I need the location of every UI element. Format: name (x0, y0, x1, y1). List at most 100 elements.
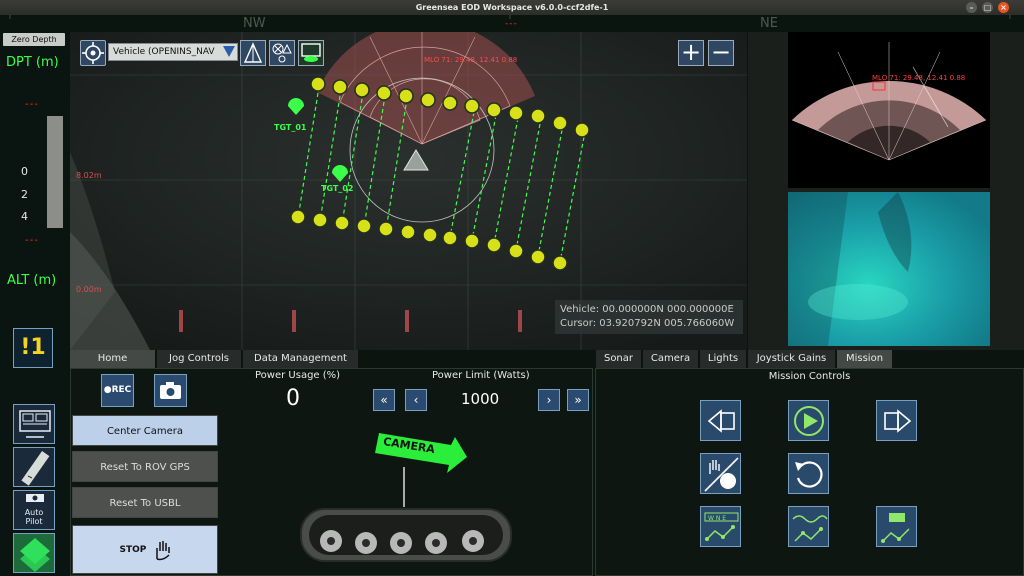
center-map-button[interactable] (80, 40, 106, 66)
camera-view[interactable] (788, 192, 990, 346)
target-label[interactable]: TGT_02 (321, 184, 353, 193)
maximize-button[interactable]: □ (982, 2, 993, 13)
autopilot-icon (26, 494, 44, 502)
control-tabs: Home Jog Controls Data Management (70, 350, 370, 368)
altitude-label: ALT (m) (7, 273, 57, 288)
window-layout-icon (19, 410, 51, 438)
power-usage-label: Power Usage (%) (255, 370, 341, 381)
stop-button[interactable]: STOP (72, 525, 218, 574)
tab-data-management[interactable]: Data Management (243, 350, 359, 368)
mission-waterline-nav-button[interactable] (788, 506, 829, 547)
autopilot-button[interactable]: Auto Pilot (13, 490, 55, 530)
altitude-value: --- (25, 235, 39, 246)
minimize-button[interactable]: – (966, 2, 977, 13)
tab-home[interactable]: Home (70, 350, 156, 368)
compass-path-icon: W N E (704, 512, 739, 541)
depth-tick: 4 (21, 210, 28, 223)
power-limit-value: 1000 (461, 390, 500, 408)
mlo-label: MLO 71: 29.48, 12.41 0.88 (424, 56, 518, 64)
rewind-icon (707, 409, 735, 433)
zero-depth-button[interactable]: Zero Depth (3, 33, 65, 46)
warning-count: 1 (30, 335, 46, 360)
tab-mission[interactable]: Mission (837, 350, 893, 368)
power-usage-value: 0 (286, 386, 300, 411)
vehicle-coords: Vehicle: 00.000000N 000.000000E (560, 304, 734, 315)
waterline-path-icon (792, 515, 828, 542)
fast-forward-icon (884, 409, 912, 433)
zoom-out-button[interactable]: − (708, 40, 734, 66)
depth-altitude-panel: Zero Depth DPT (m) --- 0 2 4 --- ALT (m)… (0, 32, 70, 576)
ruler-tool-button[interactable] (13, 447, 55, 487)
mission-restart-button[interactable] (788, 453, 829, 494)
compass-ticks (9, 15, 1011, 19)
autopilot-label-2: Pilot (25, 517, 43, 526)
sonar-mlo-label: MLO 71: 29.48, 12.41 0.88 (872, 74, 966, 82)
layers-button[interactable] (13, 533, 55, 573)
power-fast-decrease-button[interactable]: « (373, 389, 395, 411)
hold-hand-icon (704, 457, 739, 492)
vehicle-select-value: Vehicle (OPENINS_NAV (113, 47, 215, 57)
mission-controls-title: Mission Controls (768, 371, 851, 382)
sonar-overlay-toggle[interactable] (240, 40, 266, 66)
tab-lights[interactable]: Lights (700, 350, 747, 368)
center-camera-button[interactable]: Center Camera (72, 415, 218, 446)
map-view[interactable]: Vehicle (OPENINS_NAV 8.02m 0.00m MLO 71:… (70, 32, 747, 350)
mission-play-button[interactable] (788, 400, 829, 441)
tab-camera[interactable]: Camera (643, 350, 699, 368)
antenna-icon (243, 42, 263, 63)
window-title: Greensea EOD Workspace v6.0.0-ccf2dfe-1 (415, 3, 609, 12)
autopilot-label-1: Auto (24, 508, 44, 517)
mission-next-button[interactable] (876, 400, 917, 441)
tab-sonar[interactable]: Sonar (596, 350, 642, 368)
depth-tick: 0 (21, 165, 28, 178)
vehicle-path-icon (881, 513, 910, 543)
warnings-button[interactable]: !1 (13, 328, 53, 368)
record-button[interactable]: ●REC (101, 374, 134, 407)
hand-icon (155, 540, 170, 560)
zoom-in-button[interactable]: + (678, 40, 704, 66)
power-decrease-button[interactable]: ‹ (405, 389, 427, 411)
coordinate-readout: Vehicle: 00.000000N 000.000000E Cursor: … (555, 300, 743, 334)
vehicle-select[interactable]: Vehicle (OPENINS_NAV (108, 43, 238, 61)
reset-usbl-button[interactable]: Reset To USBL (72, 487, 218, 518)
power-fast-increase-button[interactable]: » (567, 389, 589, 411)
scale-label-upper: 8.02m (76, 171, 102, 180)
tab-jog-controls[interactable]: Jog Controls (157, 350, 242, 368)
tab-joystick-gains[interactable]: Joystick Gains (748, 350, 836, 368)
power-increase-button[interactable]: › (538, 389, 560, 411)
compass-icon-letters: W N E (708, 515, 726, 522)
screen-layer-toggle[interactable] (298, 40, 324, 66)
mission-vehicle-nav-button[interactable] (876, 506, 917, 547)
close-button[interactable]: × (998, 2, 1009, 13)
device-tabs: Sonar Camera Lights Joystick Gains Missi… (596, 350, 926, 368)
depth-bar (47, 116, 63, 228)
power-limit-label: Power Limit (Watts) (432, 370, 530, 381)
depth-tick: 2 (21, 188, 28, 201)
chevron-down-icon (223, 46, 235, 57)
snapshot-button[interactable] (154, 374, 187, 407)
sonar-image (791, 42, 987, 161)
sonar-view[interactable]: MLO 71: 29.48, 12.41 0.88 (788, 32, 990, 188)
home-panel: ●REC Center Camera Reset To ROV GPS Rese… (70, 368, 593, 576)
video-panel: MLO 71: 29.48, 12.41 0.88 (748, 32, 1024, 350)
scale-label-lower: 0.00m (76, 285, 102, 294)
monitor-icon (301, 43, 321, 62)
target-label[interactable]: TGT_01 (274, 123, 306, 132)
mission-hold-button[interactable] (700, 453, 741, 494)
mission-panel: Mission Controls W N E (595, 368, 1024, 576)
mission-compass-nav-button[interactable]: W N E (700, 506, 741, 547)
play-icon (794, 406, 824, 436)
warning-icon: ! (20, 335, 31, 360)
cursor-coords: Cursor: 03.920792N 005.766060W (560, 318, 735, 329)
target-layer-toggle[interactable] (269, 40, 295, 66)
heading-compass-strip: NW --- NE (0, 15, 1024, 32)
reset-rov-gps-button[interactable]: Reset To ROV GPS (72, 451, 218, 482)
depth-label: DPT (m) (6, 55, 59, 70)
layout-tool-button[interactable] (13, 404, 55, 444)
mission-previous-button[interactable] (700, 400, 741, 441)
depth-value: --- (25, 99, 39, 110)
crosshair-icon (82, 42, 104, 64)
window-title-bar: Greensea EOD Workspace v6.0.0-ccf2dfe-1 … (0, 0, 1024, 15)
restart-icon (795, 461, 823, 488)
camera-icon (160, 382, 181, 399)
